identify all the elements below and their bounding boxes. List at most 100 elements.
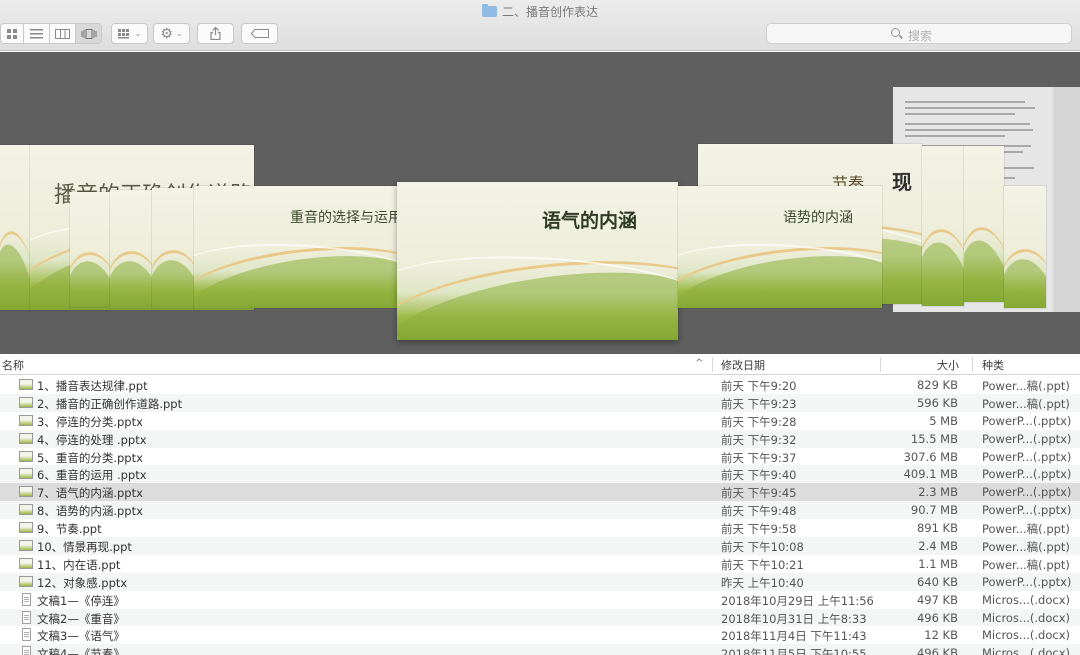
column-view-button[interactable] [50,23,76,44]
cover-flow-document[interactable] [1053,87,1080,312]
file-row[interactable]: 4、停连的处理 .pptx 前天 下午9:32 15.5 MB PowerP...(.… [0,429,1080,448]
cover-flow-slide[interactable] [152,188,194,308]
column-header-size[interactable]: 大小 [937,357,959,373]
file-list: 1、播音表达规律.ppt 前天 下午9:20 829 KB Power...稿(.pp… [0,376,1080,655]
finder-window: 二、播音创作表达 ⌄ ⚙ ⌄ 搜索 重音的选择与运用 语气的内涵 节奏 现 语势… [0,0,1080,655]
file-row[interactable]: 12、对象感.pptx 昨天 上午10:40 640 KB PowerP...(.pp… [0,572,1080,591]
file-row[interactable]: 文稿4—《节奏》 2018年11月5日 下午10:55 496 KB Micros..… [0,644,1080,655]
file-modified-date: 前天 下午9:48 [721,504,797,519]
file-size: 2.3 MB [918,485,958,500]
cover-flow-slide[interactable]: 语势的内涵 [678,186,882,308]
file-row[interactable]: 8、语势的内涵.pptx 前天 下午9:48 90.7 MB PowerP...(.p… [0,501,1080,520]
file-size: 1.1 MB [918,556,958,571]
file-row[interactable]: 7、语气的内涵.pptx 前天 下午9:45 2.3 MB PowerP...(.pp… [0,483,1080,502]
file-name: 文稿1—《停连》 [37,593,125,608]
slide-title: 语势的内涵 [783,210,853,226]
file-size: 496 KB [916,646,958,655]
presentation-file-icon [19,468,33,480]
file-kind: PowerP...(.pptx) [982,503,1072,518]
file-size: 2.4 MB [918,539,958,554]
file-name: 4、停连的处理 .pptx [37,432,147,447]
file-size: 12 KB [924,628,958,643]
file-row[interactable]: 10、情景再现.ppt 前天 下午10:08 2.4 MB Power...稿(.pp… [0,537,1080,555]
cover-flow-slide[interactable] [922,146,964,306]
chevron-down-icon: ⌄ [175,29,183,38]
cover-flow-slide[interactable] [70,192,110,307]
file-row[interactable]: 6、重音的运用 .pptx 前天 下午9:40 409.1 MB PowerP...(… [0,465,1080,484]
file-kind: PowerP...(.pptx) [982,574,1072,589]
search-field[interactable]: 搜索 [766,23,1072,44]
action-button[interactable]: ⚙ ⌄ [153,23,190,44]
file-name: 12、对象感.pptx [37,575,128,590]
arrange-button[interactable]: ⌄ [111,23,148,44]
file-size: 640 KB [916,574,958,589]
file-kind: Power...稿(.ppt) [982,379,1070,393]
file-name: 7、语气的内涵.pptx [37,486,143,501]
file-kind: Power...稿(.ppt) [982,540,1070,555]
file-kind: Micros...(.docx) [982,610,1071,625]
file-modified-date: 前天 下午9:20 [721,379,797,393]
file-kind: PowerP...(.pptx) [982,485,1072,500]
window-title-text: 二、播音创作表达 [501,5,598,19]
presentation-file-icon [19,504,33,516]
file-name: 文稿2—《重音》 [37,611,125,626]
file-name: 3、停连的分类.pptx [37,414,143,429]
file-modified-date: 前天 下午9:37 [721,450,797,465]
file-modified-date: 前天 下午9:23 [721,396,797,411]
cover-flow-slide[interactable] [964,146,1004,302]
presentation-file-icon [19,575,33,587]
cover-flow-slide[interactable] [1004,186,1046,308]
file-row[interactable]: 1、播音表达规律.ppt 前天 下午9:20 829 KB Power...稿(.pp… [0,376,1080,394]
sort-ascending-icon: ^ [695,358,704,369]
file-modified-date: 2018年11月4日 下午11:43 [721,629,867,644]
cover-flow-slide[interactable] [0,145,30,310]
file-row[interactable]: 文稿3—《语气》 2018年11月4日 下午11:43 12 KB Micros...… [0,626,1080,644]
file-kind: Power...稿(.ppt) [982,396,1070,411]
share-button[interactable] [197,23,234,44]
file-modified-date: 昨天 上午10:40 [721,575,804,590]
file-row[interactable]: 文稿2—《重音》 2018年10月31日 上午8:33 496 KB Micros..… [0,608,1080,627]
cover-flow-view-button[interactable] [76,23,102,44]
file-kind: Micros...(.docx) [982,646,1071,655]
file-kind: PowerP...(.pptx) [982,449,1072,464]
column-headers: 名称 ^ 修改日期 大小 种类 [0,354,1080,375]
presentation-file-icon [19,379,33,390]
file-row[interactable]: 3、停连的分类.pptx 前天 下午9:28 5 MB PowerP...(.pptx… [0,412,1080,430]
file-row[interactable]: 文稿1—《停连》 2018年10月29日 上午11:56 497 KB Micros.… [0,591,1080,609]
tags-button[interactable] [241,23,278,44]
file-modified-date: 前天 下午9:32 [721,432,797,447]
presentation-file-icon [19,522,33,534]
list-view-button[interactable] [24,23,50,44]
gear-icon: ⚙ [160,25,173,42]
file-size: 596 KB [916,395,958,410]
slide-title: 语气的内涵 [542,210,638,232]
cover-flow-slide[interactable] [110,190,152,308]
file-size: 891 KB [916,521,958,536]
presentation-file-icon [19,396,33,408]
cover-flow-area[interactable]: 播音的正确创作道路 重音的选择与运用 语气的内涵 [0,52,1080,354]
file-row[interactable]: 2、播音的正确创作道路.ppt 前天 下午9:23 596 KB Power...稿(… [0,393,1080,412]
file-size: 409.1 MB [903,467,958,482]
file-row[interactable]: 9、节奏.ppt 前天 下午9:58 891 KB Power...稿(.ppt) [0,519,1080,537]
file-kind: Micros...(.docx) [982,592,1071,607]
file-row[interactable]: 5、重音的分类.pptx 前天 下午9:37 307.6 MB PowerP...(.… [0,448,1080,466]
search-placeholder: 搜索 [908,29,933,43]
cover-flow-selected-slide[interactable]: 语气的内涵 [397,182,678,340]
icon-view-button[interactable] [0,23,24,44]
presentation-file-icon [19,540,33,552]
cover-flow-slide[interactable]: 重音的选择与运用 [194,186,398,308]
file-name: 文稿3—《语气》 [37,629,125,644]
chevron-down-icon: ⌄ [134,29,142,38]
presentation-file-icon [19,450,33,462]
file-row[interactable]: 11、内在语.ppt 前天 下午10:21 1.1 MB Power...稿(.ppt… [0,555,1080,573]
file-kind: Power...稿(.ppt) [982,522,1070,537]
file-size: 90.7 MB [910,503,958,518]
column-header-name[interactable]: 名称 [2,357,24,373]
window-title: 二、播音创作表达 [0,3,1080,20]
column-header-date[interactable]: 修改日期 [721,357,765,373]
list-icon [30,28,43,38]
word-document-icon [22,592,31,606]
file-modified-date: 前天 下午10:08 [721,540,804,555]
column-header-kind[interactable]: 种类 [982,357,1004,373]
file-name: 5、重音的分类.pptx [37,450,143,465]
